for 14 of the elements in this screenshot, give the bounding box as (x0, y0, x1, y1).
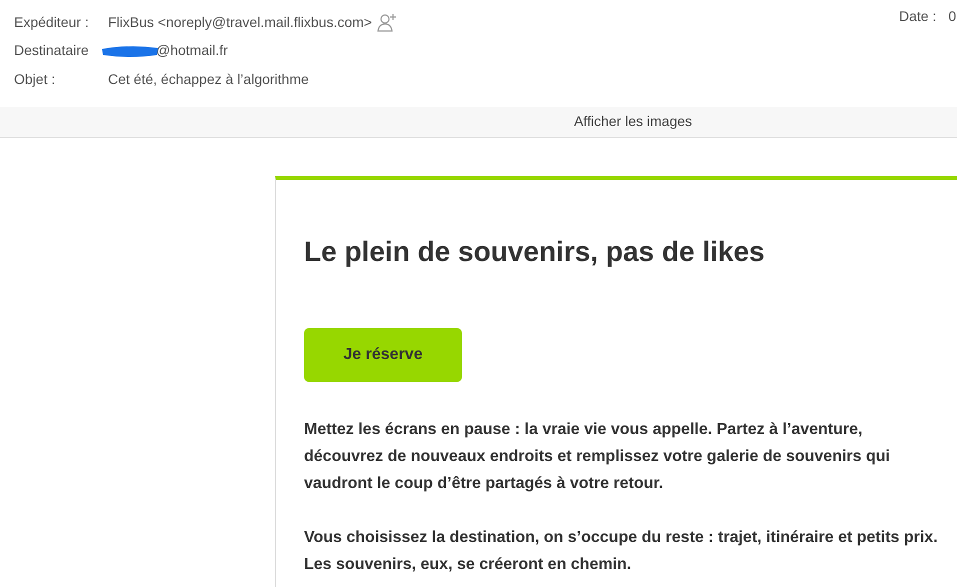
field-label: Expéditeur : (14, 12, 90, 32)
recipient-address: @hotmail.fr (156, 41, 228, 60)
date-value: 0 (948, 7, 956, 26)
sender-address: FlixBus <noreply@travel.mail.flixbus.com> (108, 12, 372, 32)
field-label: Objet : (14, 70, 56, 89)
date-label: Date : (899, 7, 936, 26)
subject-text: Cet été, échappez à l’algorithme (108, 70, 309, 89)
book-button[interactable]: Je réserve (304, 328, 462, 382)
email-title: Le plein de souvenirs, pas de likes (304, 234, 766, 269)
body-paragraph: Mettez les écrans en pause : la vraie vie vous appelle. Partez à l’aventure, découvrez de nouveaux endroits et remplissez votre galerie de souvenirs qui vaudront le coup d’être partagés à votre retour. (304, 420, 891, 494)
field-label: Destinataire (14, 41, 90, 60)
add-contact-icon[interactable] (376, 12, 397, 32)
show-images-link[interactable]: Afficher les images (574, 111, 692, 132)
body-paragraph: Vous choisissez la destination, on s’occupe du reste : trajet, itinéraire et petits prix. Les souvenirs, eux, se créeront en chemin. (304, 528, 939, 574)
